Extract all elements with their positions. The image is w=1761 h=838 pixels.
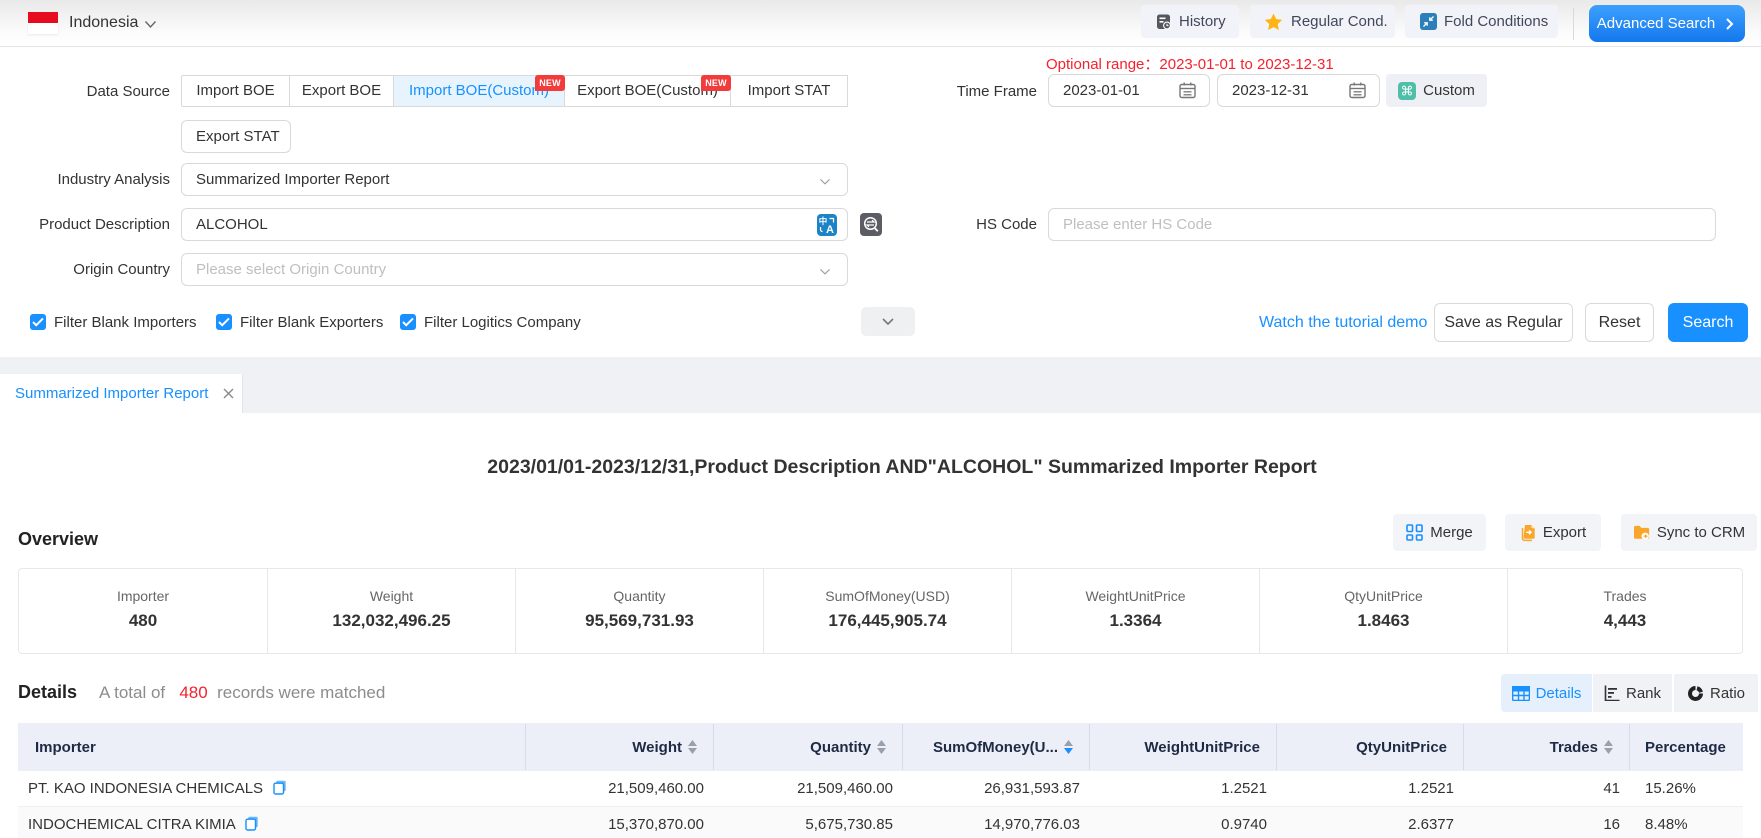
svg-text:A: A: [826, 224, 834, 236]
svg-text:⌘: ⌘: [1401, 83, 1414, 98]
